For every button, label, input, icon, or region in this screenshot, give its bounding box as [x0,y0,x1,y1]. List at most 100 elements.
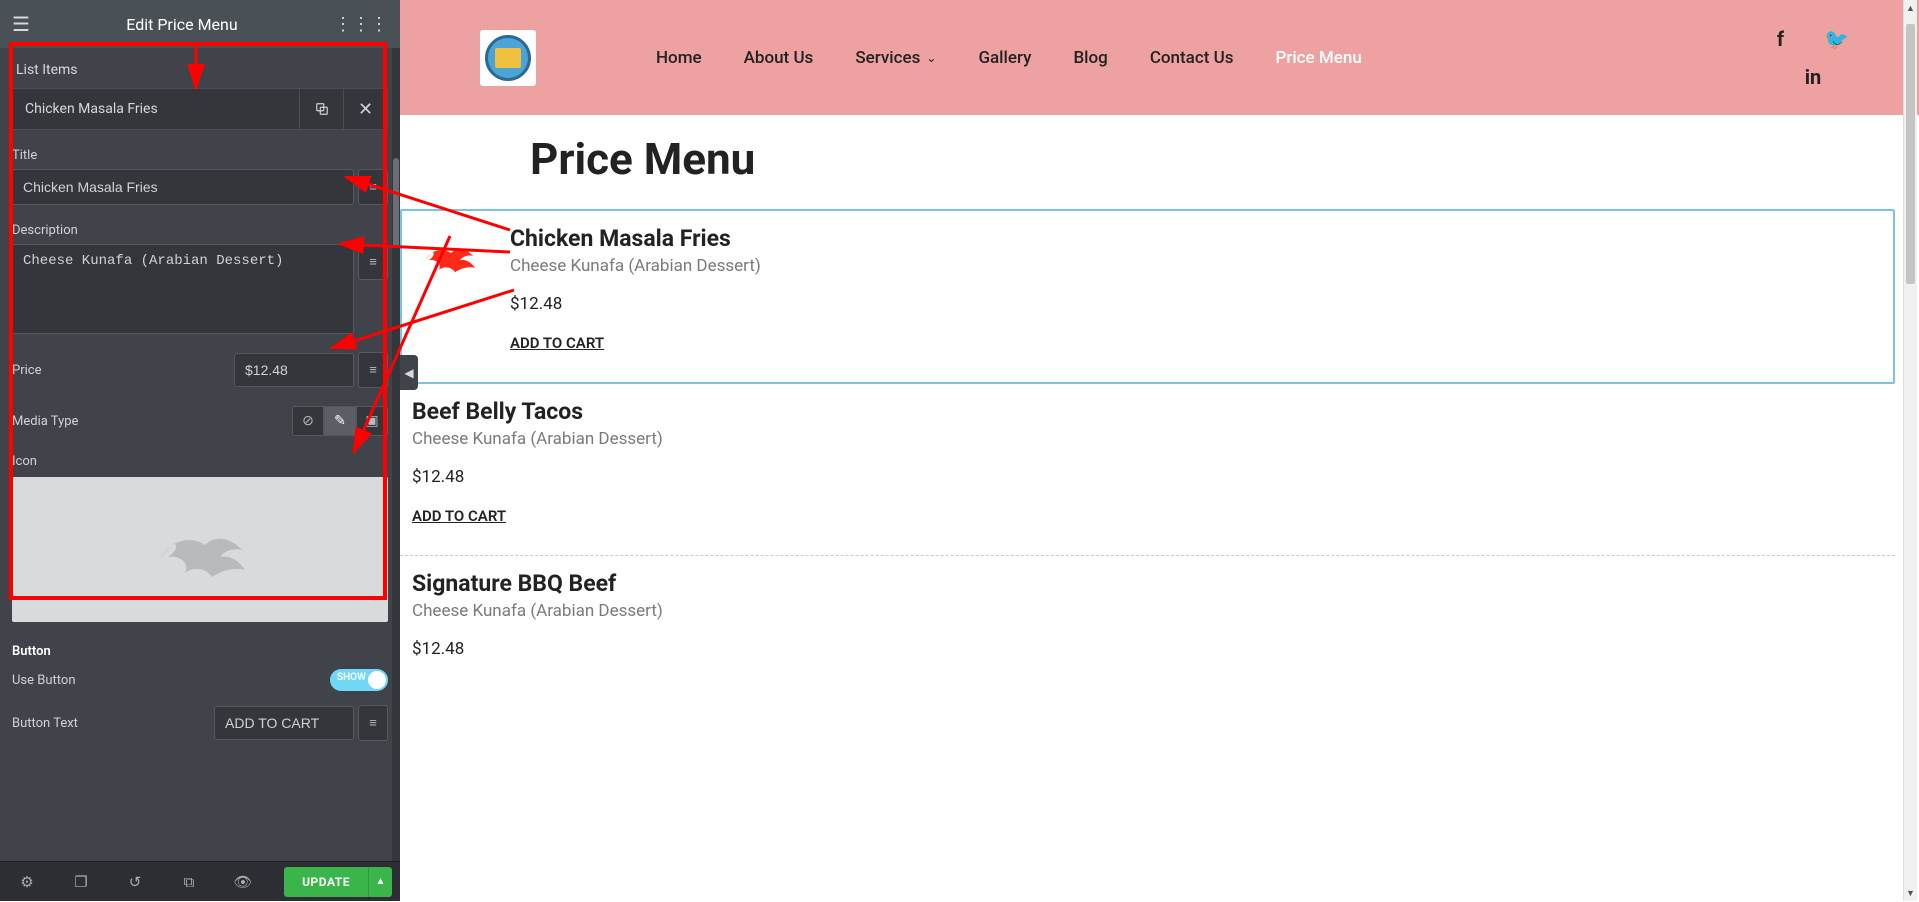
site-header: Home About Us Services ⌄ Gallery Blog Con… [400,0,1919,115]
menu-item-desc: Cheese Kunafa (Arabian Dessert) [510,256,1893,276]
layers-icon: ❐ [74,873,87,891]
nav-blog[interactable]: Blog [1073,48,1107,68]
button-text-dynamic-button[interactable]: ≡ [358,705,388,741]
price-input[interactable] [234,353,354,387]
apps-grid-icon[interactable]: ⋮⋮⋮ [334,14,388,35]
menu-item-price: $12.48 [412,467,1895,487]
price-label: Price [12,363,234,378]
item-accordion-name: Chicken Masala Fries [13,91,299,127]
facebook-icon[interactable]: f [1777,27,1784,51]
database-icon: ≡ [369,715,377,731]
database-icon: ≡ [369,254,377,270]
phoenix-icon [418,231,478,281]
history-icon: ↺ [129,873,142,891]
menu-item-desc: Cheese Kunafa (Arabian Dessert) [412,601,1895,621]
nav-about[interactable]: About Us [744,48,814,68]
add-to-cart-button[interactable]: ADD TO CART [510,334,604,352]
title-label: Title [12,148,388,163]
menu-item-title: Chicken Masala Fries [510,225,1893,252]
history-button[interactable]: ↺ [108,862,162,902]
hamburger-icon[interactable]: ☰ [12,12,30,36]
chevron-left-icon: ◀ [404,366,413,380]
responsive-icon: ⧉ [184,873,195,891]
site-logo[interactable] [480,30,536,86]
nav-home[interactable]: Home [656,48,702,68]
toggle-show-label: SHOW [337,672,366,683]
nav-gallery[interactable]: Gallery [978,48,1031,68]
use-button-toggle[interactable]: SHOW [330,669,388,691]
use-button-label: Use Button [12,673,330,688]
nav-contact[interactable]: Contact Us [1150,48,1234,68]
toggle-knob [368,671,386,689]
title-input[interactable] [12,169,354,205]
title-dynamic-button[interactable]: ≡ [358,169,388,205]
list-items-label: List Items [12,56,388,84]
caret-up-icon: ▲ [376,876,386,887]
nav-services-label: Services [855,48,920,68]
description-input[interactable]: Cheese Kunafa (Arabian Dessert) [12,244,354,334]
button-text-label: Button Text [12,716,214,731]
panel-title: Edit Price Menu [30,15,334,34]
menu-item-desc: Cheese Kunafa (Arabian Dessert) [412,429,1895,449]
remove-button[interactable]: ✕ [343,89,387,129]
menu-item-icon [404,225,500,352]
menu-item-title: Signature BBQ Beef [412,570,1895,597]
gear-icon: ⚙ [20,873,33,891]
panel-scrollbar[interactable] [392,48,400,861]
icon-label: Icon [12,454,388,469]
copy-icon [315,102,329,116]
main-nav: Home About Us Services ⌄ Gallery Blog Con… [656,48,1777,68]
update-button[interactable]: UPDATE [284,867,368,897]
menu-item-content: Chicken Masala Fries Cheese Kunafa (Arab… [500,225,1893,352]
menu-item-price: $12.48 [412,639,1895,659]
preview-scrollbar[interactable]: ▲ ▼ [1903,0,1917,901]
price-dynamic-button[interactable]: ≡ [358,352,388,388]
menu-item-content: Signature BBQ Beef Cheese Kunafa (Arabia… [402,570,1895,659]
preview-canvas: Home About Us Services ⌄ Gallery Blog Con… [400,0,1919,901]
preview-button[interactable]: 👁 [216,862,270,902]
button-text-input[interactable] [214,706,354,740]
nav-services[interactable]: Services ⌄ [855,48,936,68]
duplicate-button[interactable] [299,89,343,129]
panel-collapse-handle[interactable]: ◀ [400,355,418,390]
database-icon: ≡ [369,179,377,195]
media-image-button[interactable]: ▣ [356,406,388,436]
linkedin-icon[interactable]: in [1805,65,1822,89]
scroll-thumb[interactable] [1906,24,1915,284]
responsive-button[interactable]: ⧉ [162,862,216,902]
panel-header: ☰ Edit Price Menu ⋮⋮⋮ [0,0,400,48]
menu-item[interactable]: Chicken Masala Fries Cheese Kunafa (Arab… [400,209,1895,384]
settings-button[interactable]: ⚙ [0,862,54,902]
menu-item-title: Beef Belly Tacos [412,398,1895,425]
scroll-up-arrow[interactable]: ▲ [1904,0,1917,16]
menu-item-price: $12.48 [510,294,1893,314]
chevron-down-icon: ⌄ [926,51,936,65]
update-dropdown[interactable]: ▲ [368,867,392,897]
panel-footer: ⚙ ❐ ↺ ⧉ 👁 UPDATE ▲ [0,861,400,901]
media-none-button[interactable]: ⊘ [292,406,324,436]
navigator-button[interactable]: ❐ [54,862,108,902]
twitter-icon[interactable]: 🐦 [1824,27,1849,51]
phoenix-icon [150,515,250,585]
social-links: f 🐦 in [1777,27,1849,89]
item-accordion-header[interactable]: Chicken Masala Fries ✕ [12,88,388,130]
icon-preview[interactable] [12,477,388,622]
image-icon: ▣ [365,413,378,429]
description-dynamic-button[interactable]: ≡ [358,244,388,280]
description-label: Description [12,223,388,238]
ban-icon: ⊘ [302,413,314,429]
close-icon: ✕ [358,99,373,120]
price-menu-list: Chicken Masala Fries Cheese Kunafa (Arab… [400,209,1919,689]
scroll-down-arrow[interactable]: ▼ [1904,885,1917,901]
editor-panel: ☰ Edit Price Menu ⋮⋮⋮ List Items Chicken… [0,0,400,901]
menu-item[interactable]: Signature BBQ Beef Cheese Kunafa (Arabia… [400,556,1895,689]
add-to-cart-button[interactable]: ADD TO CART [412,507,506,525]
menu-item[interactable]: Beef Belly Tacos Cheese Kunafa (Arabian … [400,384,1895,556]
button-section-label: Button [12,644,388,659]
menu-item-content: Beef Belly Tacos Cheese Kunafa (Arabian … [402,398,1895,525]
nav-price-menu[interactable]: Price Menu [1275,48,1361,68]
panel-body: List Items Chicken Masala Fries ✕ Title … [0,48,400,861]
panel-scroll-thumb[interactable] [393,158,399,248]
database-icon: ≡ [369,362,377,378]
media-icon-button[interactable]: ✎ [324,406,356,436]
